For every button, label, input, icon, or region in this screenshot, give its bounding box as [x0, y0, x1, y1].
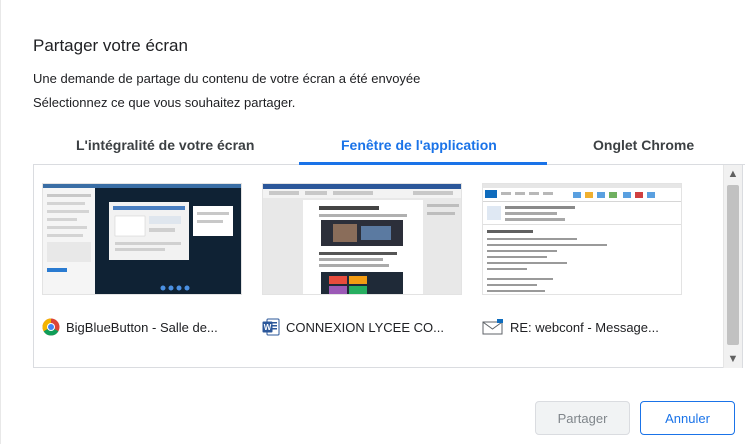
- window-list: BigBlueButton - Salle de... W CONNEXION …: [33, 165, 743, 368]
- cancel-button[interactable]: Annuler: [640, 401, 735, 435]
- window-thumbnail: [262, 183, 462, 295]
- scroll-down-icon[interactable]: ▼: [724, 350, 742, 368]
- svg-text:W: W: [264, 323, 272, 332]
- tab-bar: L'intégralité de votre écran Fenêtre de …: [33, 131, 745, 165]
- window-item-outlook-message[interactable]: RE: webconf - Message...: [478, 183, 683, 343]
- window-item-bigbluebutton[interactable]: BigBlueButton - Salle de...: [38, 183, 243, 343]
- window-item-label: RE: webconf - Message...: [482, 317, 687, 337]
- share-screen-dialog: Partager votre écran Une demande de part…: [0, 0, 745, 444]
- dialog-edge: [0, 0, 1, 444]
- tab-application-window[interactable]: Fenêtre de l'application: [341, 137, 497, 153]
- share-button[interactable]: Partager: [535, 401, 630, 435]
- scrollbar[interactable]: ▲ ▼: [723, 165, 742, 368]
- chrome-icon: [42, 318, 60, 336]
- word-icon: W: [262, 318, 280, 336]
- scrollbar-thumb[interactable]: [727, 185, 739, 345]
- window-item-label: BigBlueButton - Salle de...: [42, 317, 247, 337]
- window-title: BigBlueButton - Salle de...: [66, 319, 218, 335]
- dialog-instruction: Sélectionnez ce que vous souhaitez parta…: [33, 95, 296, 110]
- window-item-label: W CONNEXION LYCEE CO...: [262, 317, 467, 337]
- window-title: RE: webconf - Message...: [510, 319, 659, 335]
- mail-icon: [482, 318, 504, 336]
- scroll-up-icon[interactable]: ▲: [724, 165, 742, 183]
- dialog-message: Une demande de partage du contenu de vot…: [33, 71, 421, 86]
- tab-chrome-tab[interactable]: Onglet Chrome: [593, 137, 694, 153]
- tab-entire-screen[interactable]: L'intégralité de votre écran: [76, 137, 254, 153]
- window-thumbnail: [42, 183, 242, 295]
- window-title: CONNEXION LYCEE CO...: [286, 319, 444, 335]
- dialog-title: Partager votre écran: [33, 36, 188, 55]
- window-item-word[interactable]: W CONNEXION LYCEE CO...: [258, 183, 463, 343]
- window-thumbnail: [482, 183, 682, 295]
